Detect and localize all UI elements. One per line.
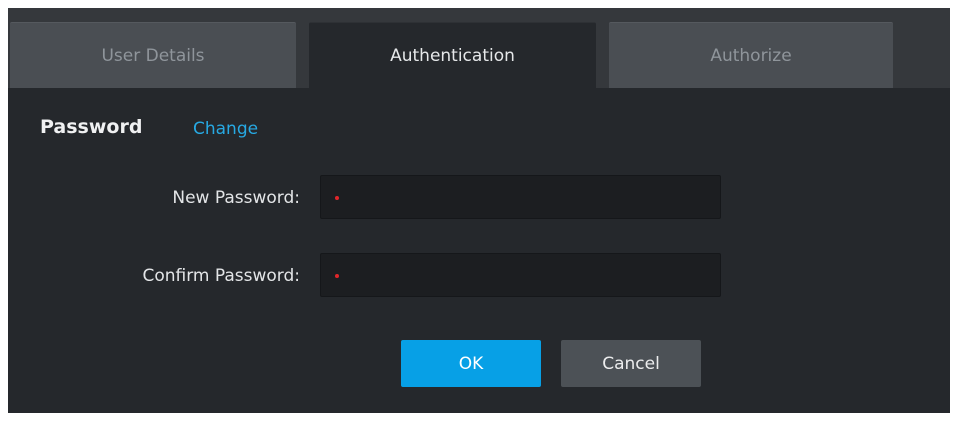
confirm-password-label: Confirm Password: [142,266,300,286]
change-password-link[interactable]: Change [193,119,258,139]
new-password-label: New Password: [172,188,300,208]
password-section-title: Password [40,116,143,138]
required-indicator [335,274,339,278]
tab-bar: User Details Authentication Authorize [8,8,950,88]
new-password-field[interactable] [320,175,721,219]
confirm-password-field[interactable] [320,253,721,297]
tab-authentication[interactable]: Authentication [309,22,596,88]
tab-user-details[interactable]: User Details [10,22,296,88]
user-dialog: User Details Authentication Authorize Pa… [8,8,950,413]
cancel-button[interactable]: Cancel [561,340,701,387]
required-indicator [335,196,339,200]
ok-button[interactable]: OK [401,340,541,387]
tab-authorize[interactable]: Authorize [609,22,893,88]
